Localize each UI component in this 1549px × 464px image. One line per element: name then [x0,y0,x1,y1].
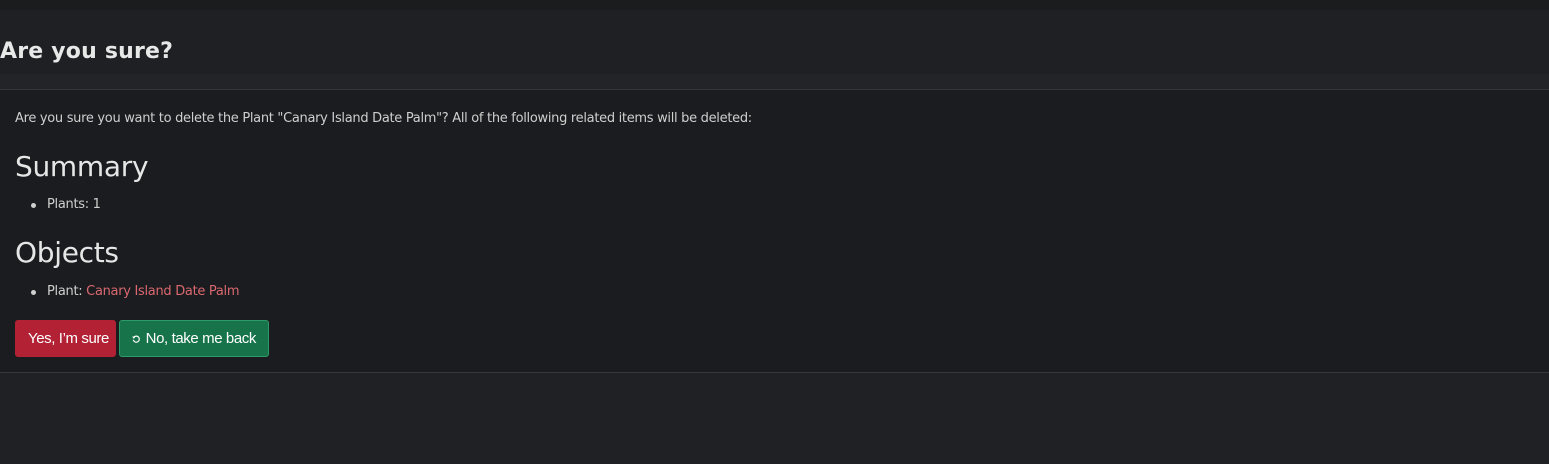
page-title: Are you sure? [0,39,174,64]
objects-list: Plant: Canary Island Date Palm [31,284,240,299]
objects-heading: Objects [15,236,119,269]
cancel-label: No, take me back [145,330,257,347]
list-item: Plants: 1 [31,197,101,212]
object-type-label: Plant: [47,284,87,299]
undo-icon [132,335,140,343]
delete-confirmation-panel: Are you sure you want to delete the Plan… [0,89,1549,373]
page-header: Are you sure? [0,10,1549,74]
header-divider-band [0,74,1549,89]
top-bar [0,0,1549,10]
summary-heading: Summary [15,150,149,183]
summary-item-text: Plants: 1 [47,197,101,212]
confirm-delete-button[interactable]: Yes, I’m sure [15,320,116,357]
confirmation-message: Are you sure you want to delete the Plan… [15,111,752,126]
bullet-icon [31,290,36,295]
object-link[interactable]: Canary Island Date Palm [86,284,239,299]
list-item: Plant: Canary Island Date Palm [31,284,240,299]
cancel-button[interactable]: No, take me back [119,320,269,357]
page-footer-area [0,374,1549,464]
bullet-icon [31,203,36,208]
confirm-delete-label: Yes, I’m sure [28,330,109,347]
summary-list: Plants: 1 [31,197,101,212]
